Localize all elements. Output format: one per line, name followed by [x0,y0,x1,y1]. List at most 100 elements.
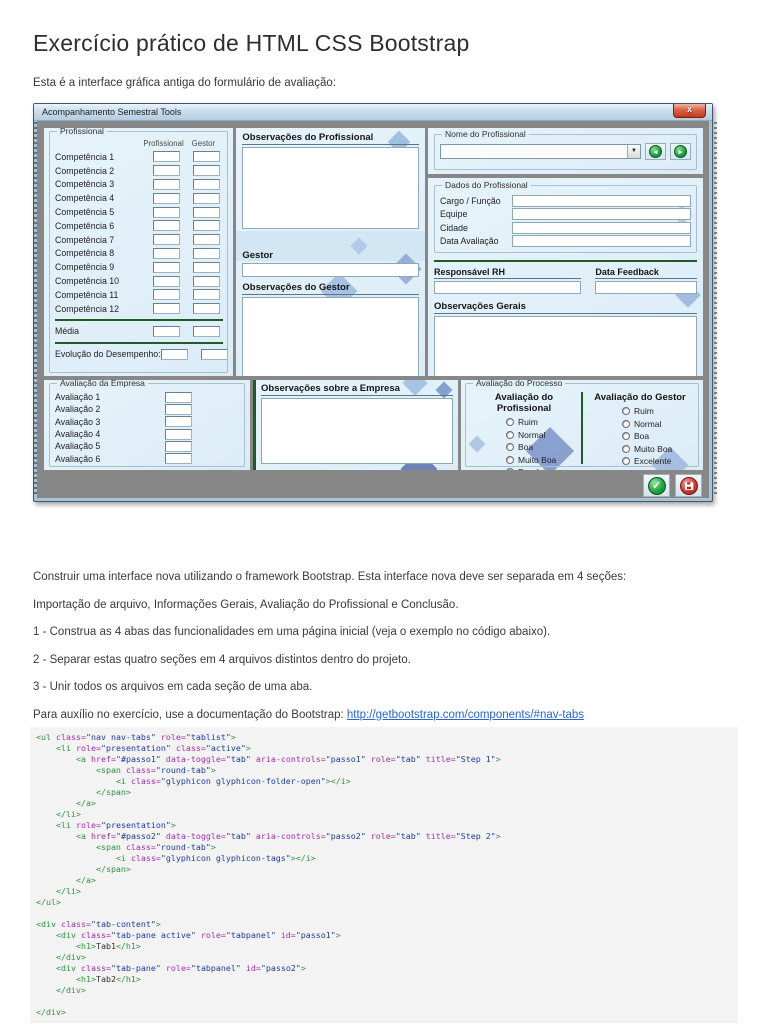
gestor-score-input[interactable] [193,192,221,204]
avaliacao-profissional-title: Avaliação do Profissional [494,392,554,414]
evolucao-profissional-input[interactable] [160,348,188,360]
radio-circle-icon[interactable] [622,457,630,465]
prev-arrow-icon: ◄ [649,145,662,158]
avaliacao-input[interactable] [165,453,192,465]
radio-circle-icon[interactable] [506,468,514,470]
radio-circle-icon[interactable] [622,432,630,440]
row-inputs [153,206,221,218]
code-block: <ul class="nav nav-tabs" role="tablist">… [30,727,738,1023]
radio-option[interactable]: Muito Boa [622,444,694,454]
avaliacao-input[interactable] [165,416,192,428]
dados-panel: Dados do Profissional Cargo / Função Equi… [428,178,703,376]
instruction-paragraph: Construir uma interface nova utilizando … [33,571,627,583]
row-inputs [153,192,221,204]
profissional-score-input[interactable] [153,261,181,273]
gestor-input[interactable] [242,263,419,277]
avaliacao-input[interactable] [165,428,192,440]
profissional-score-input[interactable] [153,289,181,301]
competencia-label: Competência 10 [55,276,120,287]
radio-circle-icon[interactable] [506,430,514,439]
radio-option[interactable]: Muito Boa [506,455,578,465]
obs-empresa-textarea[interactable] [261,398,453,464]
gestor-score-input[interactable] [193,206,221,218]
profissional-score-input[interactable] [153,247,181,259]
obs-gerais-title: Observações Gerais [434,301,697,314]
window-titlebar[interactable]: Acompanhamento Semestral Tools x [34,104,712,121]
bootstrap-doc-link[interactable]: http://getbootstrap.com/components/#nav-… [347,709,584,721]
code-line: </div> [36,1007,66,1017]
media-profissional-input[interactable] [153,325,181,337]
radio-option[interactable]: Ruim [506,417,578,427]
radio-option[interactable]: Boa [622,431,694,441]
instruction-paragraph: Importação de arquivo, Informações Gerai… [33,598,459,611]
nav-next-button[interactable]: ► [670,143,691,160]
radio-option[interactable]: Excelente [506,467,578,470]
top-row: Profissional Profissional Gestor Competê… [44,128,703,376]
obs-profissional-textarea[interactable] [242,147,419,229]
avaliacao-input[interactable] [165,440,192,452]
profissional-score-input[interactable] [153,206,181,218]
gestor-score-input[interactable] [193,261,221,273]
radio-option[interactable]: Excelente [622,456,694,466]
radio-label: Boa [634,431,650,441]
gestor-score-input[interactable] [193,247,221,259]
gestor-score-input[interactable] [193,165,221,177]
profissional-score-input[interactable] [153,178,181,190]
nav-prev-button[interactable]: ◄ [645,143,666,160]
profissional-score-input[interactable] [153,275,181,287]
obs-gestor-textarea[interactable] [242,297,419,376]
radio-label: Muito Boa [634,443,673,454]
avaliacao-empresa-groupbox: Avaliação da Empresa Avaliação 1 Avaliaçã… [49,380,245,467]
radio-circle-icon[interactable] [506,443,514,451]
radio-circle-icon[interactable] [622,444,630,453]
gestor-score-input[interactable] [193,151,221,163]
gestor-score-input[interactable] [193,178,221,190]
confirm-button[interactable]: ✓ [643,474,670,497]
instruction-paragraph: 1 - Construa as 4 abas das funcionalidad… [33,626,551,638]
radio-option[interactable]: Normal [506,430,578,440]
evolucao-gestor-input[interactable] [200,348,228,360]
radio-option[interactable]: Boa [506,442,578,452]
dados-field-input[interactable] [512,208,691,221]
avaliacao-row: Avaliação 3 [55,416,240,428]
code-line: </div> [55,952,86,962]
nome-profissional-select[interactable]: ▼ [440,144,641,159]
dados-field-input[interactable] [512,194,691,207]
gestor-score-input[interactable] [193,303,221,315]
profissional-score-input[interactable] [153,303,181,315]
code-line: <li role="presentation"> [55,820,176,830]
profissional-score-input[interactable] [153,165,181,177]
profissional-score-input[interactable] [153,234,181,246]
obs-gerais-textarea[interactable] [434,316,697,376]
radio-option[interactable]: Normal [622,419,694,429]
avaliacao-profissional-radios: Ruim Normal Boa Muito Boa Excelente [470,417,578,470]
avaliacao-input[interactable] [165,403,192,415]
close-button[interactable]: x [673,104,706,118]
code-line: <a href="#passo2" data-toggle="tab" aria… [75,831,501,841]
row-inputs [153,303,221,315]
gestor-score-input[interactable] [193,275,221,287]
radio-circle-icon[interactable] [506,418,514,426]
dados-field-input[interactable] [512,221,691,234]
data-feedback-input[interactable] [595,281,697,294]
save-button[interactable] [675,474,702,497]
gestor-score-input[interactable] [193,234,221,246]
radio-option[interactable]: Ruim [622,406,694,416]
gestor-score-input[interactable] [193,220,221,232]
avaliacao-input[interactable] [165,391,192,403]
profissional-score-input[interactable] [153,192,181,204]
dados-field-input[interactable] [512,235,691,248]
radio-circle-icon[interactable] [622,407,630,415]
dropdown-arrow-icon[interactable]: ▼ [627,145,640,158]
instruction-paragraph: 2 - Separar estas quatro seções em 4 arq… [33,653,411,666]
competencia-row: Competência 8 [55,247,223,261]
profissional-score-input[interactable] [153,151,181,163]
gestor-score-input[interactable] [193,289,221,301]
profissional-score-input[interactable] [153,220,181,232]
avaliacao-empresa-panel: Avaliação da Empresa Avaliação 1 Avaliaçã… [44,380,250,470]
nome-group-title: Nome do Profissional [442,129,529,139]
media-gestor-input[interactable] [193,325,221,337]
radio-circle-icon[interactable] [506,455,514,464]
responsavel-rh-input[interactable] [434,281,582,294]
radio-circle-icon[interactable] [622,419,630,428]
